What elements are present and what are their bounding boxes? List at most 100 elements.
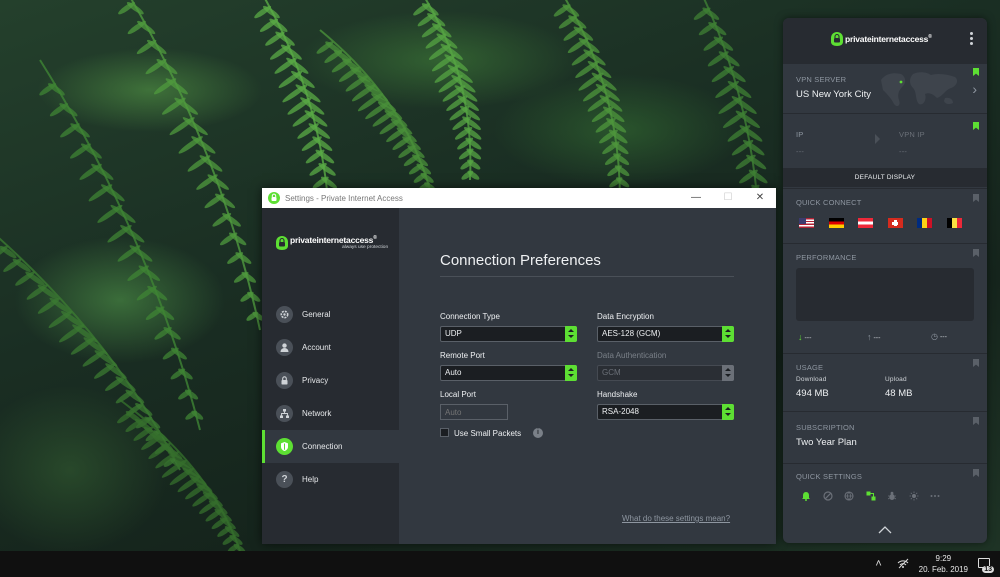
bookmark-icon[interactable]	[973, 122, 979, 130]
divider	[440, 276, 734, 277]
usage-download-label: Download	[796, 376, 827, 383]
local-port-input[interactable]	[440, 404, 508, 420]
port-forward-icon[interactable]	[866, 491, 876, 501]
minimize-button[interactable]: —	[680, 188, 712, 208]
pia-app-icon	[268, 192, 280, 204]
nav-item-connection[interactable]: Connection	[262, 430, 399, 463]
taskbar-clock[interactable]: 9:29 20. Feb. 2019	[919, 553, 968, 575]
ip-label: IP	[796, 130, 804, 139]
connection-type-label: Connection Type	[440, 312, 500, 321]
data-authentication-value: GCM	[602, 368, 621, 377]
action-center-icon[interactable]: 13	[976, 556, 994, 573]
upload-speed: ↑ ---	[867, 332, 881, 342]
usage-section: USAGE Download 494 MB Upload 48 MB	[783, 353, 987, 411]
data-encryption-select[interactable]: AES-128 (GCM)	[597, 326, 734, 342]
user-icon	[276, 339, 293, 356]
settings-content: Connection Preferences Connection Type U…	[399, 208, 776, 544]
de-flag[interactable]	[828, 218, 844, 228]
settings-sidebar: privateinternetaccess® always use protec…	[262, 208, 399, 544]
select-arrow-icon	[565, 365, 577, 381]
connection-duration: ◷ ---	[931, 332, 947, 341]
nav-label: General	[302, 310, 331, 319]
connection-type-value: UDP	[445, 329, 462, 338]
light-theme-icon[interactable]	[909, 491, 919, 501]
bookmark-icon[interactable]	[973, 359, 979, 367]
handshake-select[interactable]: RSA-2048	[597, 404, 734, 420]
pia-logo-icon	[276, 236, 288, 250]
globe-icon[interactable]	[844, 491, 854, 501]
usage-upload-value: 48 MB	[885, 388, 913, 399]
connection-type-select[interactable]: UDP	[440, 326, 577, 342]
nav-label: Account	[302, 343, 331, 352]
clock-date: 20. Feb. 2019	[918, 565, 968, 574]
title-bar[interactable]: Settings - Private Internet Access — ☐ ✕	[262, 188, 776, 208]
killswitch-icon[interactable]	[822, 491, 833, 501]
data-encryption-label: Data Encryption	[597, 312, 654, 321]
settings-window: Settings - Private Internet Access — ☐ ✕…	[262, 188, 776, 544]
bookmark-icon[interactable]	[973, 194, 979, 202]
nav-item-general[interactable]: General	[262, 298, 399, 331]
vpn-server-label: VPN SERVER	[796, 75, 847, 84]
performance-label: PERFORMANCE	[796, 253, 857, 262]
chevron-up-icon[interactable]: ˄	[872, 557, 886, 571]
quick-settings-label: QUICK SETTINGS	[796, 472, 863, 481]
performance-graph	[796, 268, 974, 321]
maximize-button[interactable]: ☐	[712, 188, 744, 208]
nav-item-account[interactable]: Account	[262, 331, 399, 364]
vpn-server-section[interactable]: VPN SERVER US New York City ›	[783, 63, 987, 113]
data-authentication-select: GCM	[597, 365, 734, 381]
select-arrow-icon	[565, 326, 577, 342]
nav-label: Help	[302, 475, 319, 484]
clock-icon: ◷	[931, 332, 938, 341]
subscription-value: Two Year Plan	[796, 437, 857, 448]
default-display-button[interactable]: DEFAULT DISPLAY	[783, 168, 987, 187]
bookmark-icon[interactable]	[973, 249, 979, 257]
bell-icon[interactable]	[801, 491, 811, 501]
close-button[interactable]: ✕	[744, 188, 776, 208]
notification-count: 13	[982, 566, 994, 573]
small-packets-checkbox[interactable]	[440, 428, 449, 437]
select-arrow-icon	[722, 404, 734, 420]
chevron-right-icon[interactable]: ›	[972, 81, 977, 97]
bookmark-icon[interactable]	[973, 469, 979, 477]
system-tray: ˄ 9:29 20. Feb. 2019 13	[867, 551, 1000, 577]
download-speed: ↓ ---	[798, 332, 812, 342]
subscription-label: SUBSCRIPTION	[796, 423, 855, 432]
quick-connect-section: QUICK CONNECT	[783, 188, 987, 243]
nav-label: Network	[302, 409, 332, 418]
ch-flag[interactable]	[887, 218, 903, 228]
expand-chevron-up-icon[interactable]	[878, 525, 892, 535]
usage-label: USAGE	[796, 363, 824, 372]
nav-label: Connection	[302, 442, 343, 451]
us-flag[interactable]	[799, 218, 814, 228]
remote-port-select[interactable]: Auto	[440, 365, 577, 381]
be-flag[interactable]	[946, 218, 962, 228]
arrow-down-icon: ↓	[798, 332, 803, 342]
bookmark-icon[interactable]	[973, 68, 979, 76]
question-icon: ?	[276, 471, 293, 488]
menu-kebab-icon[interactable]	[967, 30, 975, 48]
bookmark-icon[interactable]	[973, 417, 979, 425]
at-flag[interactable]	[858, 218, 873, 228]
brand-tagline: always use protection	[342, 245, 389, 250]
remote-port-label: Remote Port	[440, 351, 485, 360]
network-disconnected-icon[interactable]	[896, 557, 910, 571]
taskbar: ˄ 9:29 20. Feb. 2019 13	[0, 551, 1000, 577]
nav-item-privacy[interactable]: Privacy	[262, 364, 399, 397]
usage-upload-label: Upload	[885, 376, 907, 383]
nav-item-network[interactable]: Network	[262, 397, 399, 430]
select-arrow-icon	[722, 365, 734, 381]
remote-port-value: Auto	[445, 368, 462, 377]
more-icon[interactable]	[930, 491, 940, 501]
settings-help-link[interactable]: What do these settings mean?	[622, 514, 730, 523]
nav-item-help[interactable]: ? Help	[262, 463, 399, 496]
gear-icon	[276, 306, 293, 323]
ro-flag[interactable]	[917, 218, 932, 228]
network-icon	[276, 405, 293, 422]
small-packets-label: Use Small Packets	[454, 429, 522, 438]
quick-connect-label: QUICK CONNECT	[796, 198, 862, 207]
info-icon[interactable]: i	[533, 428, 543, 438]
subscription-section: SUBSCRIPTION Two Year Plan	[783, 411, 987, 463]
pia-logo: privateinternetaccess® always use protec…	[276, 235, 388, 253]
mace-icon[interactable]	[887, 491, 897, 501]
